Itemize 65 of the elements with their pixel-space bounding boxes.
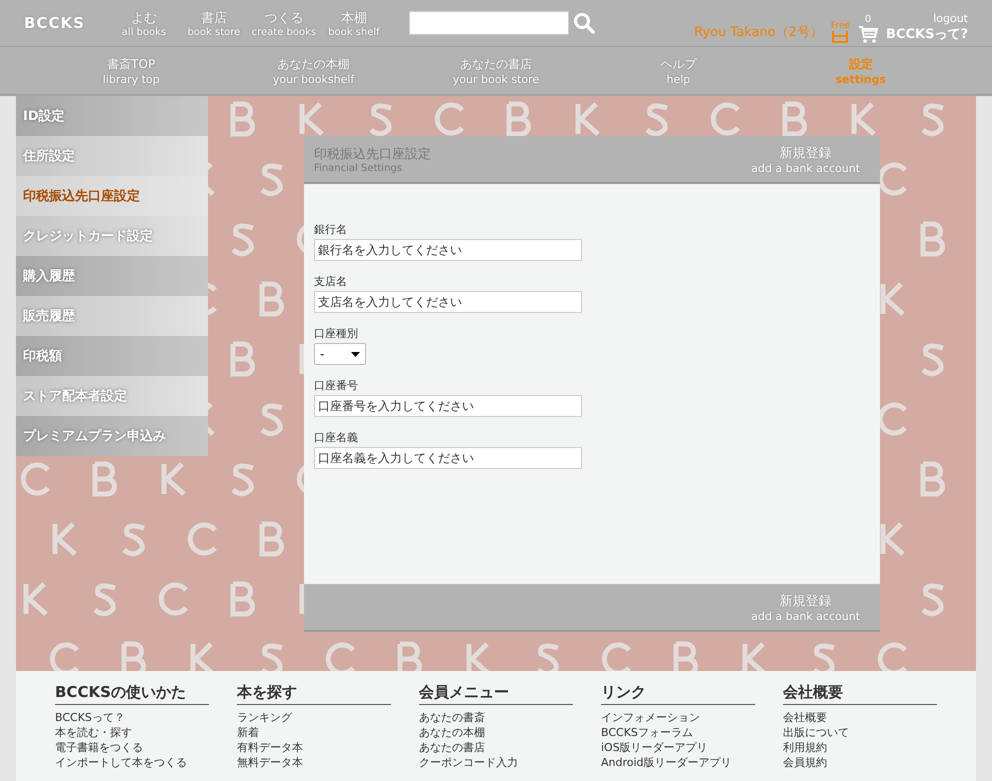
free-badge[interactable]: Free [830, 22, 850, 43]
footer-link[interactable]: 本を読む・探す [55, 725, 209, 740]
footer-link[interactable]: クーポンコード入力 [419, 755, 573, 770]
cart-count: 0 [864, 14, 872, 25]
add-account-link[interactable]: 新規登録 add a bank account [751, 144, 860, 174]
footer-link[interactable]: あなたの書店 [419, 740, 573, 755]
sidebar-item[interactable]: 購入履歴 [16, 256, 208, 296]
sidebar-item[interactable]: 印税額 [16, 336, 208, 376]
footer-heading: BCCKSの使いかた [55, 683, 209, 705]
footer-heading: 会社概要 [783, 683, 937, 705]
footer-link[interactable]: 利用規約 [783, 740, 937, 755]
about-link[interactable]: BCCKSって? [886, 25, 968, 43]
input-field[interactable]: 銀行名を入力してください [314, 239, 582, 261]
sidebar-item[interactable]: プレミアムプラン申込み [16, 416, 208, 456]
panel-title: 印税振込先口座設定 [314, 146, 431, 162]
footer-link[interactable]: iOS版リーダーアプリ [601, 740, 755, 755]
account-type-dropdown[interactable]: - [314, 343, 366, 365]
add-account-link[interactable]: 新規登録 add a bank account [751, 592, 860, 622]
field-label: 口座名義 [314, 430, 358, 445]
footer-link[interactable]: BCCKSフォーラム [601, 725, 755, 740]
footer-link[interactable]: あなたの本棚 [419, 725, 573, 740]
sidebar-item[interactable]: 住所設定 [16, 136, 208, 176]
nav-link[interactable]: つくる create books [248, 8, 319, 38]
sidebar-item[interactable]: 印税振込先口座設定 [16, 176, 208, 216]
field-label: 口座番号 [314, 378, 358, 393]
search-field[interactable] [408, 11, 569, 35]
footer-link[interactable]: 無料データ本 [237, 755, 391, 770]
input-field[interactable]: 口座番号を入力してください [314, 395, 582, 417]
field-label: 口座種別 [314, 326, 358, 341]
footer-link[interactable]: 会社概要 [783, 710, 937, 725]
section-tab[interactable]: 書斎TOP library top [71, 56, 192, 86]
input-field[interactable]: 口座名義を入力してください [314, 447, 582, 469]
section-tab[interactable]: あなたの本棚 your bookshelf [254, 56, 374, 86]
footer-link[interactable]: インポートして本をつくる [55, 755, 209, 770]
footer-link[interactable]: 新着 [237, 725, 391, 740]
footer-link[interactable]: 会員規約 [783, 755, 937, 770]
footer-link[interactable]: 出版について [783, 725, 937, 740]
sidebar-item[interactable]: ID設定 [16, 96, 208, 136]
section-tab[interactable]: あなたの書店 your book store [436, 56, 556, 86]
footer-heading: リンク [601, 683, 755, 705]
nav-link[interactable]: よむ all books [108, 8, 179, 38]
site-logo[interactable]: BCCKS [24, 14, 85, 32]
section-tab[interactable]: ヘルプ help [618, 56, 738, 86]
sidebar-item[interactable]: 販売履歴 [16, 296, 208, 336]
footer-heading: 本を探す [237, 683, 391, 705]
footer-link[interactable]: あなたの書斎 [419, 710, 573, 725]
caret-icon [351, 352, 360, 356]
footer-link[interactable]: ランキング [237, 710, 391, 725]
user-name-link[interactable]: Ryou Takano（2号） [694, 23, 823, 41]
footer-link[interactable]: 有料データ本 [237, 740, 391, 755]
footer-link[interactable]: 電子書籍をつくる [55, 740, 209, 755]
field-label: 銀行名 [314, 222, 347, 237]
footer-heading: 会員メニュー [419, 683, 573, 705]
nav-link[interactable]: 書店 book store [178, 8, 249, 38]
footer-link[interactable]: Android版リーダーアプリ [601, 755, 755, 770]
input-field[interactable]: 支店名を入力してください [314, 291, 582, 313]
field-label: 支店名 [314, 274, 347, 289]
panel-subtitle: Financial Settings [314, 162, 403, 174]
cart-icon[interactable] [858, 25, 878, 43]
section-tab[interactable]: 設定 settings [800, 56, 921, 86]
footer-link[interactable]: BCCKSって？ [55, 710, 209, 725]
nav-link[interactable]: 本棚 book shelf [318, 8, 389, 38]
logout-link[interactable]: logout [933, 12, 968, 25]
search-icon[interactable] [572, 12, 595, 34]
footer-link[interactable]: インフォメーション [601, 710, 755, 725]
